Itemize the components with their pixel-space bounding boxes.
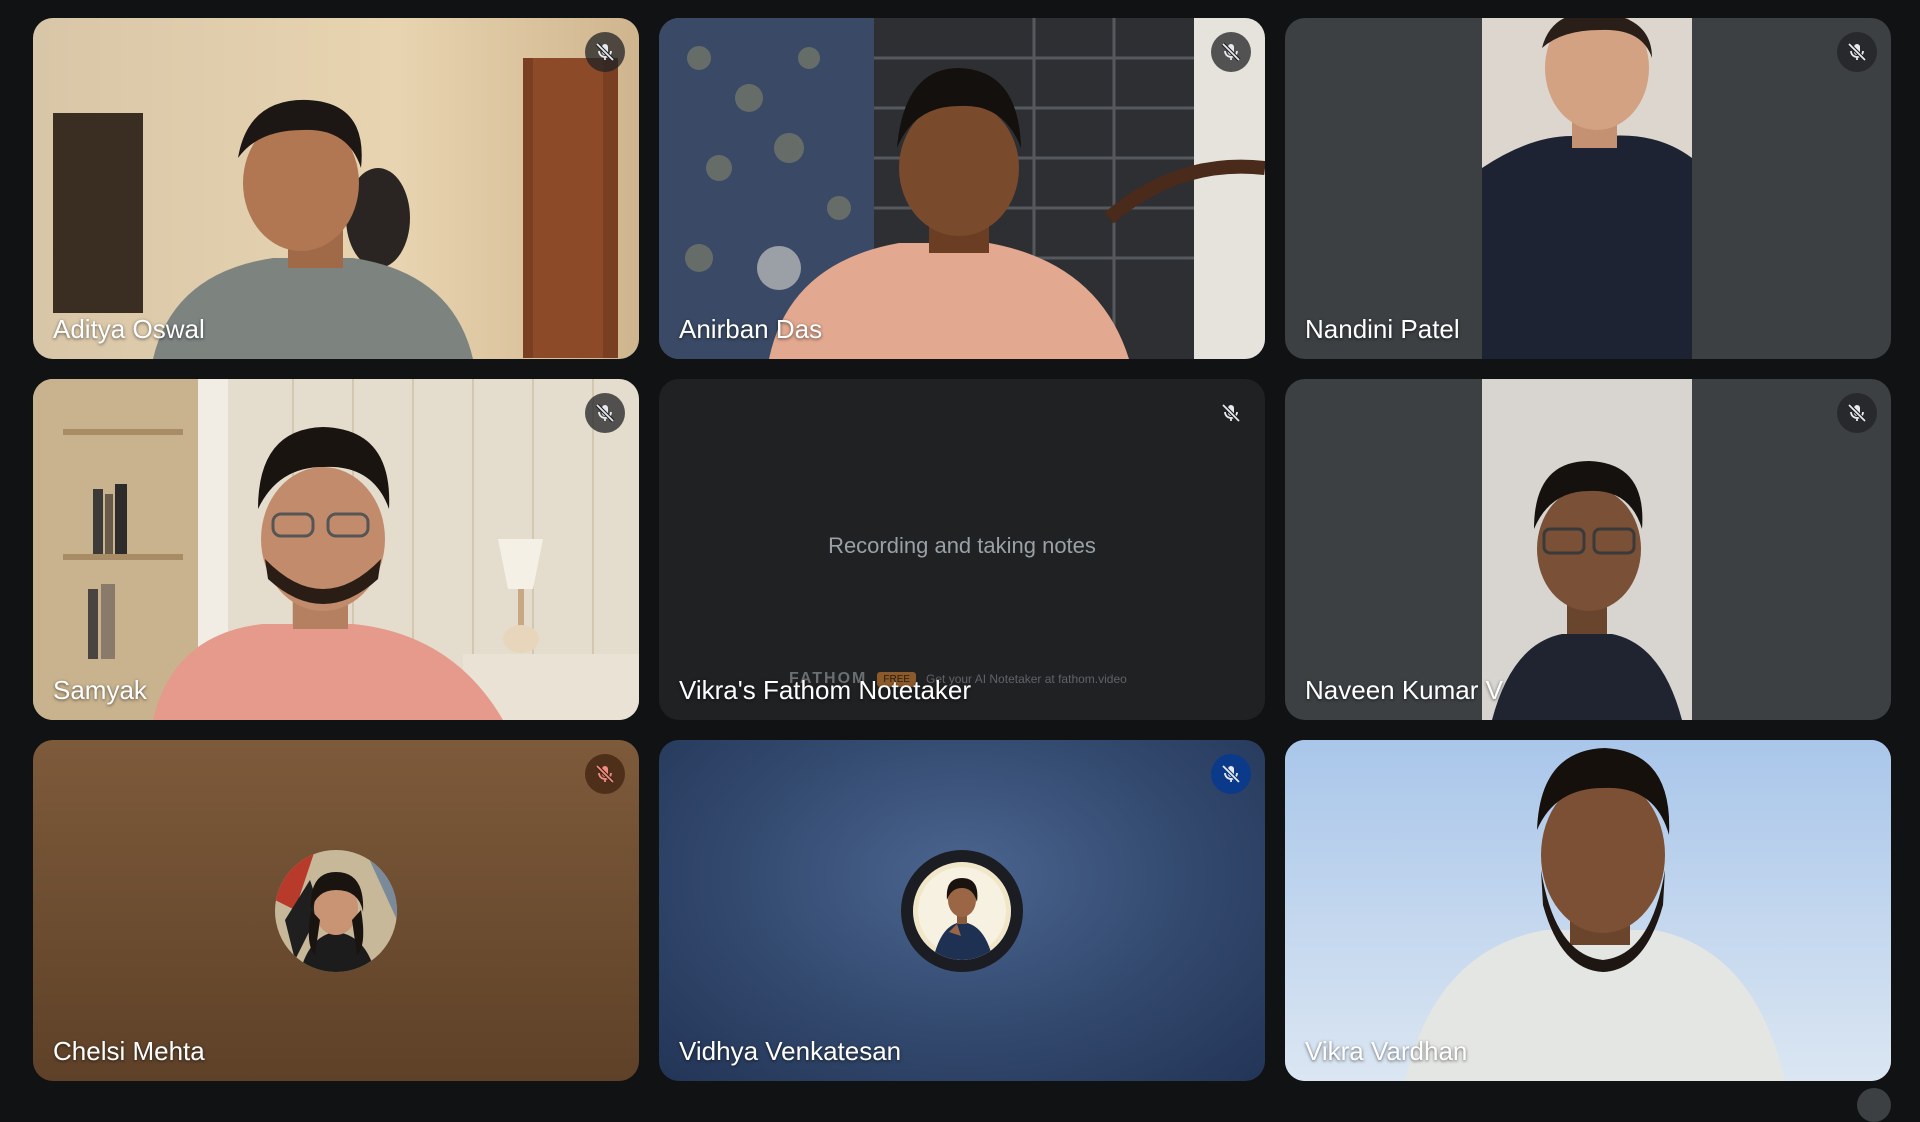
participant-tile-fathom-notetaker[interactable]: Recording and taking notes FATHOM FREE G… [659, 379, 1265, 720]
video-feed [1285, 740, 1891, 1081]
participant-name: Aditya Oswal [53, 314, 205, 344]
participant-tile-samyak[interactable]: Samyak [33, 379, 639, 720]
participant-tile-anirban-das[interactable]: Anirban Das [659, 18, 1265, 359]
recording-status-text: Recording and taking notes [828, 533, 1096, 558]
participant-name: Samyak [53, 675, 147, 705]
participant-tile-vikra-vardhan[interactable]: Vikra Vardhan [1285, 740, 1891, 1081]
video-feed [33, 18, 639, 359]
scroll-indicator[interactable] [1857, 1088, 1891, 1122]
video-feed [1482, 18, 1692, 359]
mic-off-icon [1211, 393, 1251, 433]
participant-tile-naveen-kumar-v[interactable]: Naveen Kumar V [1285, 379, 1891, 720]
participant-name: Chelsi Mehta [53, 1036, 205, 1066]
mic-off-icon [1211, 754, 1251, 794]
video-feed [659, 18, 1265, 359]
participant-name: Vikra's Fathom Notetaker [679, 675, 972, 705]
participant-tile-nandini-patel[interactable]: Nandini Patel [1285, 18, 1891, 359]
mic-off-icon [1837, 32, 1877, 72]
participant-tile-aditya-oswal[interactable]: Aditya Oswal [33, 18, 639, 359]
mic-off-icon [1837, 393, 1877, 433]
mic-off-icon [585, 393, 625, 433]
participant-grid: Aditya Oswal Anirban Das Nandini Patel S… [33, 18, 1891, 1081]
video-feed [1482, 379, 1692, 720]
participant-tile-chelsi-mehta[interactable]: Chelsi Mehta [33, 740, 639, 1081]
mic-off-icon [585, 754, 625, 794]
video-feed [33, 379, 639, 720]
participant-name: Anirban Das [679, 314, 823, 344]
participant-name: Nandini Patel [1305, 314, 1460, 344]
participant-name: Vidhya Venkatesan [679, 1036, 902, 1066]
avatar [275, 849, 397, 972]
participant-tile-vidhya-venkatesan[interactable]: Vidhya Venkatesan [659, 740, 1265, 1081]
participant-name: Naveen Kumar V [1305, 675, 1503, 705]
mic-off-icon [1211, 32, 1251, 72]
participant-name: Vikra Vardhan [1305, 1036, 1468, 1066]
mic-off-icon [585, 32, 625, 72]
avatar [901, 849, 1023, 972]
